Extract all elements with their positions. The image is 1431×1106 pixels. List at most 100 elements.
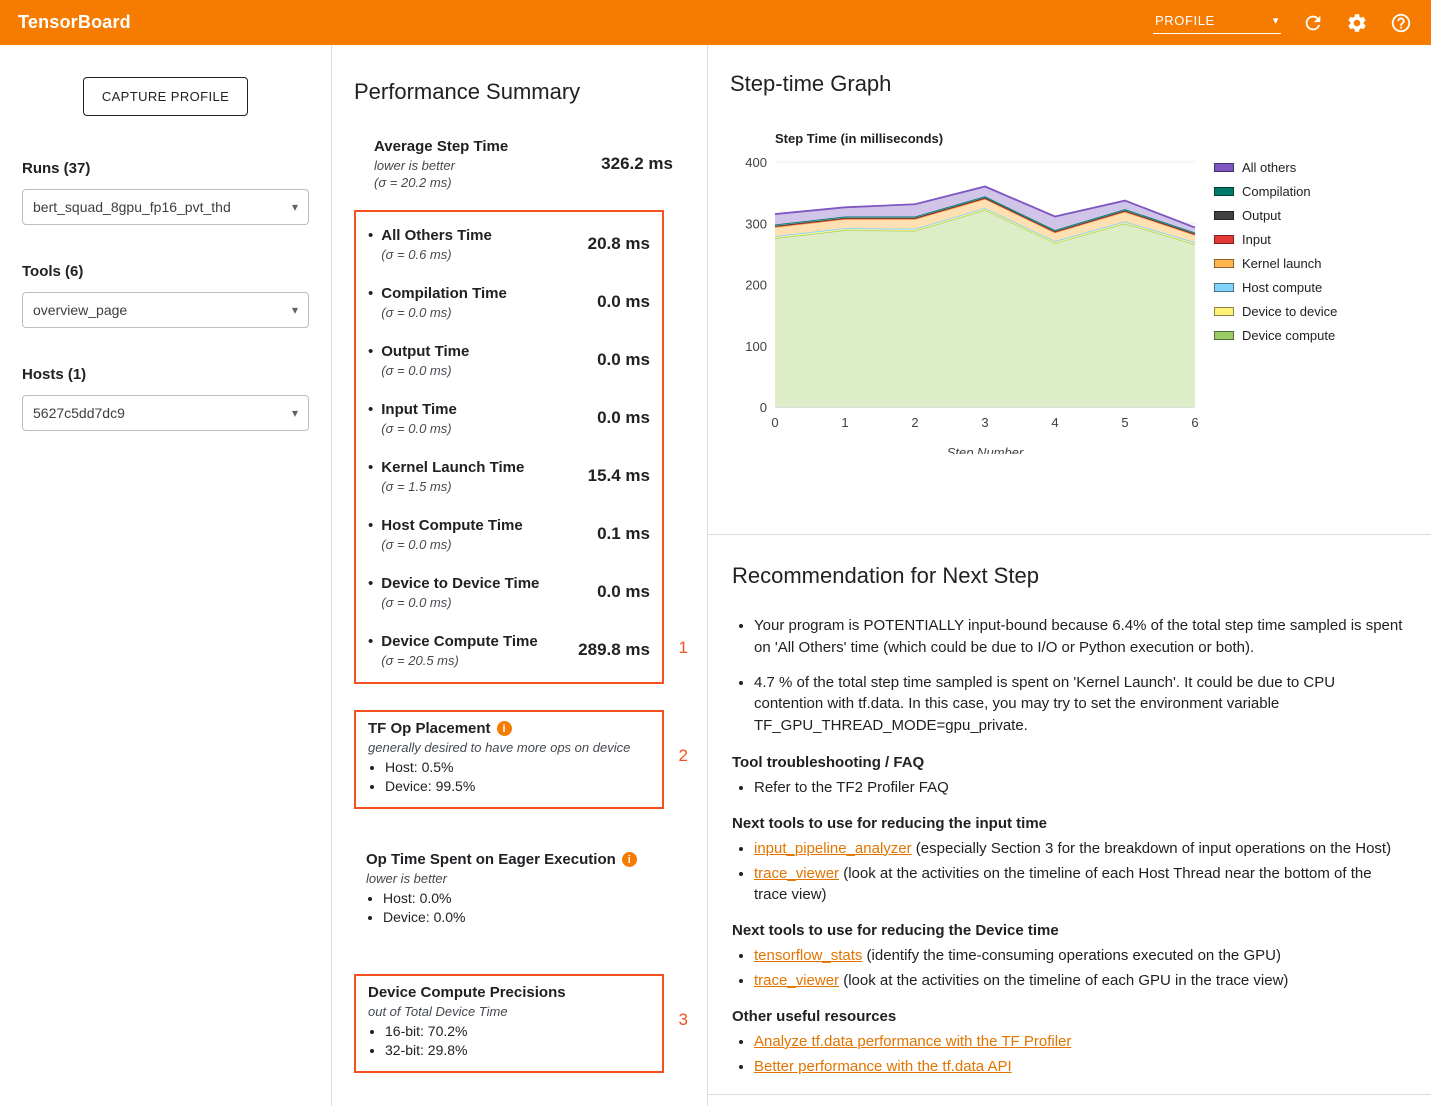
recommendation-list: Refer to the TF2 Profiler FAQ [732, 777, 1405, 798]
chevron-down-icon: ▾ [1273, 14, 1279, 27]
recommendation-panel: Recommendation for Next Step Your progra… [708, 535, 1431, 1095]
sidebar-group-label: Runs (37) [22, 160, 309, 177]
svg-text:4: 4 [1051, 415, 1058, 430]
sidebar-select-value: overview_page [33, 302, 127, 318]
metric-left: • Kernel Launch Time (σ = 1.5 ms) [368, 458, 524, 494]
bullet-point: • [368, 342, 373, 378]
recommendation-title: Recommendation for Next Step [732, 563, 1405, 589]
legend-item: Compilation [1214, 184, 1337, 199]
metric-row: • Kernel Launch Time (σ = 1.5 ms) 15.4 ms [358, 447, 660, 505]
bullet-point: • [368, 516, 373, 552]
annotation-box-2: TF Op Placement i generally desired to h… [354, 710, 664, 809]
metric-sigma: (σ = 1.5 ms) [381, 479, 524, 494]
metric-label: Device Compute Time [381, 632, 537, 651]
reco-link[interactable]: trace_viewer [754, 865, 839, 882]
svg-text:0: 0 [771, 415, 778, 430]
reco-link[interactable]: trace_viewer [754, 972, 839, 989]
metric-text: Device to Device Time(σ = 0.0 ms) [381, 574, 539, 610]
sidebar-group: Tools (6) overview_page ▾ [0, 263, 331, 328]
recommendation-bullet: 4.7 % of the total step time sampled is … [754, 672, 1405, 737]
metric-value: 0.1 ms [597, 524, 650, 544]
legend-item: Output [1214, 208, 1337, 223]
help-icon[interactable] [1389, 11, 1413, 35]
legend-swatch [1214, 283, 1234, 292]
metric-label: Input Time [381, 400, 457, 419]
recommendation-item: tensorflow_stats (identify the time-cons… [754, 945, 1405, 966]
legend-swatch [1214, 331, 1234, 340]
legend-label: All others [1242, 160, 1296, 175]
metric-text: Output Time(σ = 0.0 ms) [381, 342, 469, 378]
annotation-label-2: 2 [679, 746, 688, 766]
recommendation-heading: Other useful resources [732, 1008, 1405, 1025]
sidebar-select-2[interactable]: 5627c5dd7dc9▾ [22, 395, 309, 431]
eager-execution-note: lower is better [366, 871, 671, 886]
legend-label: Output [1242, 208, 1281, 223]
reco-link[interactable]: tensorflow_stats [754, 947, 862, 964]
metric-left: •Host Compute Time(σ = 0.0 ms) [368, 516, 523, 552]
metric-text: All Others Time(σ = 0.6 ms) [381, 226, 492, 262]
recommendation-item-text: (especially Section 3 for the breakdown … [912, 840, 1391, 857]
settings-gear-icon[interactable] [1345, 11, 1369, 35]
recommendation-list: input_pipeline_analyzer (especially Sect… [732, 838, 1405, 905]
bullet-point: • [368, 458, 373, 494]
legend-item: All others [1214, 160, 1337, 175]
sidebar-select-1[interactable]: overview_page ▾ [22, 292, 309, 328]
eager-execution-section: Op Time Spent on Eager Execution i lower… [354, 843, 683, 938]
recommendation-heading: Next tools to use for reducing the Devic… [732, 922, 1405, 939]
legend-label: Input [1242, 232, 1271, 247]
reco-link[interactable]: Analyze tf.data performance with the TF … [754, 1033, 1071, 1050]
chevron-down-icon: ▾ [292, 303, 298, 317]
recommendation-item: Better performance with the tf.data API [754, 1056, 1405, 1077]
list-item: 16-bit: 70.2% [385, 1023, 650, 1039]
recommendation-item-text: (look at the activities on the timeline … [754, 865, 1372, 903]
metric-row: •Compilation Time(σ = 0.0 ms) 0.0 ms [358, 273, 660, 331]
annotation-label-3: 3 [679, 1010, 688, 1030]
step-time-graph-panel: Step-time Graph Step Time (in millisecon… [708, 45, 1431, 535]
metric-value: 0.0 ms [597, 350, 650, 370]
metric-text: Compilation Time(σ = 0.0 ms) [381, 284, 507, 320]
svg-text:2: 2 [911, 415, 918, 430]
legend-label: Device compute [1242, 328, 1335, 343]
capture-profile-button[interactable]: CAPTURE PROFILE [83, 77, 248, 116]
svg-text:3: 3 [981, 415, 988, 430]
info-icon[interactable]: i [497, 721, 512, 736]
chevron-down-icon: ▾ [292, 406, 298, 420]
dashboard-selector[interactable]: PROFILE ▾ [1153, 11, 1281, 34]
chart-legend: All othersCompilationOutputInputKernel l… [1214, 160, 1337, 343]
metric-label: Average Step Time [374, 137, 508, 156]
recommendation-item-text: Refer to the TF2 Profiler FAQ [754, 779, 949, 796]
legend-swatch [1214, 307, 1234, 316]
app-header: TensorBoard PROFILE ▾ [0, 0, 1431, 45]
bullet-point: • [368, 284, 373, 320]
legend-item: Host compute [1214, 280, 1337, 295]
metric-row: •Host Compute Time(σ = 0.0 ms) 0.1 ms [358, 505, 660, 563]
list-item: Host: 0.5% [385, 759, 650, 775]
recommendation-heading: Tool troubleshooting / FAQ [732, 754, 1405, 771]
annotation-box-3: Device Compute Precisions out of Total D… [354, 974, 664, 1073]
performance-summary-title: Performance Summary [354, 79, 683, 105]
sidebar-select-0[interactable]: bert_squad_8gpu_fp16_pvt_thd▾ [22, 189, 309, 225]
metric-left: •Compilation Time(σ = 0.0 ms) [368, 284, 507, 320]
list-item: Host: 0.0% [383, 890, 671, 906]
metric-value: 0.0 ms [597, 292, 650, 312]
metric-left: •Device Compute Time(σ = 20.5 ms) [368, 632, 538, 668]
recommendation-list: tensorflow_stats (identify the time-cons… [732, 945, 1405, 991]
reco-link[interactable]: Better performance with the tf.data API [754, 1058, 1012, 1075]
recommendation-item-text: (identify the time-consuming operations … [862, 947, 1281, 964]
metric-left: •Input Time(σ = 0.0 ms) [368, 400, 457, 436]
legend-label: Compilation [1242, 184, 1311, 199]
reco-link[interactable]: input_pipeline_analyzer [754, 840, 912, 857]
chart-title: Step Time (in milliseconds) [775, 131, 1411, 146]
metric-label: Kernel Launch Time [381, 458, 524, 477]
info-icon[interactable]: i [622, 852, 637, 867]
metric-value: 326.2 ms [601, 154, 673, 174]
step-time-graph-title: Step-time Graph [730, 71, 1411, 97]
metric-value: 15.4 ms [588, 466, 650, 486]
sidebar-group-label: Tools (6) [22, 263, 309, 280]
metric-value: 289.8 ms [578, 640, 650, 660]
legend-item: Device compute [1214, 328, 1337, 343]
device-compute-precisions-section: Device Compute Precisions out of Total D… [356, 976, 662, 1071]
sidebar-group: Hosts (1)5627c5dd7dc9▾ [0, 366, 331, 431]
metric-value: 0.0 ms [597, 408, 650, 428]
refresh-icon[interactable] [1301, 11, 1325, 35]
